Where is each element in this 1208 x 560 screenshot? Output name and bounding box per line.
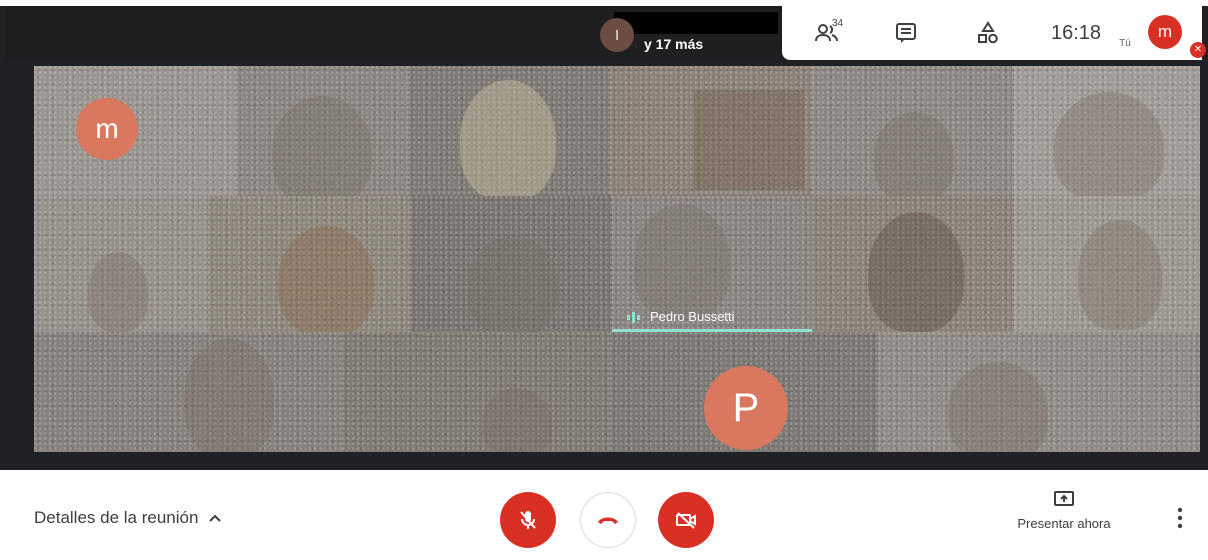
participant-figure (874, 112, 954, 196)
participant-figure (868, 212, 964, 332)
present-screen-icon (1054, 491, 1074, 506)
participant-figure (634, 204, 730, 320)
participant-tile[interactable] (342, 332, 610, 452)
phone-hangup-icon (598, 517, 618, 524)
participant-tile[interactable] (410, 196, 612, 332)
speaker-name: Pedro Bussetti (650, 309, 735, 324)
mic-off-badge-icon: ✕ (1190, 42, 1206, 58)
people-count: 34 (832, 18, 844, 29)
participant-figure (272, 96, 372, 196)
chevron-up-icon (209, 514, 222, 522)
people-button[interactable]: 34 (804, 16, 850, 50)
leave-call-button[interactable] (580, 492, 636, 548)
speaker-name-tag: Pedro Bussetti (626, 309, 735, 324)
you-label: Tú (1119, 37, 1131, 49)
participant-tile[interactable] (1014, 66, 1200, 196)
more-participants-label: y 17 más (644, 36, 704, 52)
participant-tile[interactable] (34, 196, 208, 332)
bookshelf-background (694, 90, 804, 190)
participant-tile[interactable] (812, 196, 1014, 332)
participant-avatar: m (76, 98, 138, 160)
chat-icon (896, 23, 916, 43)
present-now-button[interactable]: Presentar ahora (1004, 490, 1124, 531)
participant-tile[interactable] (408, 66, 610, 196)
participant-figure (278, 226, 374, 332)
participant-tile[interactable] (236, 66, 408, 196)
participant-figure (460, 80, 556, 196)
shapes-icon (978, 21, 998, 44)
more-options-button[interactable] (1168, 504, 1192, 532)
participant-tile[interactable]: P (610, 332, 878, 452)
pinned-participants-chip[interactable]: l y 17 más (596, 10, 786, 56)
participant-tile[interactable]: m (34, 66, 236, 196)
participant-figure (468, 236, 558, 332)
more-vert-icon (1177, 507, 1183, 529)
activities-button[interactable] (968, 16, 1008, 50)
participant-figure (948, 362, 1048, 452)
participant-tile[interactable] (812, 66, 1014, 196)
clock-time: 16:18 (1050, 21, 1102, 44)
mic-off-icon (520, 511, 536, 529)
participant-figure (184, 338, 274, 452)
status-panel: 34 16:18 Tú m ✕ (782, 6, 1206, 60)
mic-toggle-button[interactable] (500, 492, 556, 548)
self-avatar[interactable]: m (1148, 15, 1182, 49)
redacted-name (614, 12, 778, 34)
meeting-details-label: Detalles de la reunión (34, 508, 199, 527)
meeting-details-button[interactable]: Detalles de la reunión (34, 508, 222, 528)
bottom-controls: Detalles de la reunión Presentar ahora (0, 470, 1208, 560)
participant-figure (1078, 220, 1162, 330)
chat-button[interactable] (886, 16, 926, 50)
present-now-label: Presentar ahora (1017, 516, 1111, 531)
participant-tile[interactable] (878, 332, 1200, 452)
participant-avatar: P (704, 366, 788, 450)
pinned-avatar: l (600, 18, 634, 52)
audio-level-icon (627, 311, 640, 323)
camera-off-icon (676, 512, 696, 529)
video-noise (342, 332, 610, 452)
participant-tile[interactable] (34, 332, 342, 452)
participant-figure (1054, 92, 1164, 196)
participant-tile[interactable] (1014, 196, 1200, 332)
participant-figure (88, 252, 148, 332)
participant-tile[interactable] (610, 66, 812, 196)
participant-figure (482, 388, 552, 452)
active-speaker-tile[interactable]: Pedro Bussetti (612, 196, 812, 332)
camera-toggle-button[interactable] (658, 492, 714, 548)
meeting-stage: l y 17 más 34 16:18 Tú m ✕ m Pedro Busse… (0, 0, 1208, 470)
participant-tile[interactable] (208, 196, 410, 332)
